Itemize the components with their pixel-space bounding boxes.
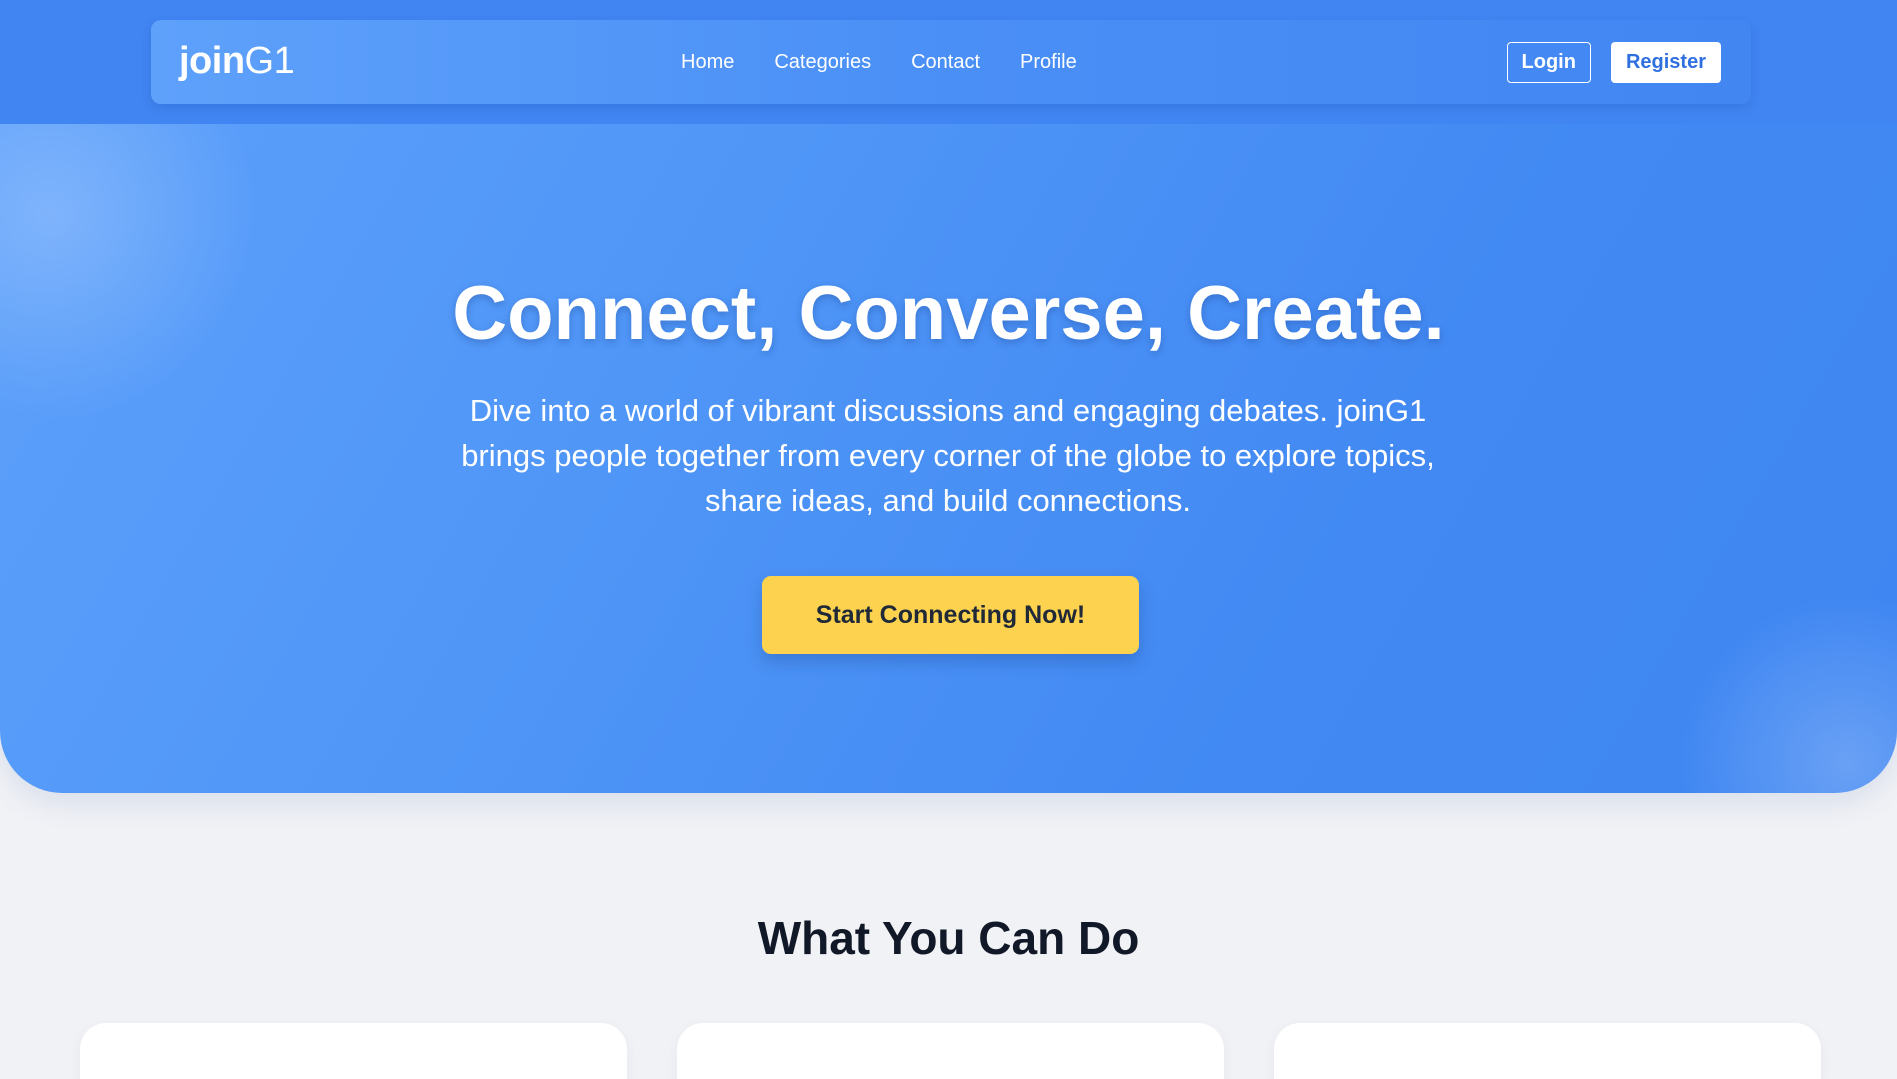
feature-card: [677, 1023, 1224, 1079]
start-connecting-button[interactable]: Start Connecting Now!: [762, 576, 1139, 654]
hero-section: Connect, Converse, Create. Dive into a w…: [0, 124, 1897, 793]
hero-title: Connect, Converse, Create.: [452, 271, 1445, 356]
navbar: joinG1 Home Categories Contact Profile L…: [151, 20, 1751, 104]
login-button[interactable]: Login: [1506, 42, 1591, 83]
header: joinG1 Home Categories Contact Profile L…: [0, 0, 1897, 124]
feature-card: [80, 1023, 627, 1079]
nav-link-profile[interactable]: Profile: [1020, 50, 1077, 74]
brand-logo[interactable]: joinG1: [179, 40, 295, 82]
nav-link-home[interactable]: Home: [681, 50, 734, 74]
register-button[interactable]: Register: [1610, 42, 1721, 83]
brand-name-bold: join: [179, 40, 245, 82]
feature-card: [1274, 1023, 1821, 1079]
hero-decoration-glow: [1677, 593, 1897, 793]
hero-subtitle: Dive into a world of vibrant discussions…: [461, 393, 1435, 518]
auth-buttons: Login Register: [1506, 42, 1721, 83]
brand-name-light: G1: [244, 40, 295, 82]
page: joinG1 Home Categories Contact Profile L…: [0, 0, 1897, 1079]
nav-links: Home Categories Contact Profile: [681, 50, 1077, 74]
nav-link-contact[interactable]: Contact: [911, 50, 980, 74]
features-title: What You Can Do: [757, 912, 1140, 964]
nav-link-categories[interactable]: Categories: [774, 50, 871, 74]
